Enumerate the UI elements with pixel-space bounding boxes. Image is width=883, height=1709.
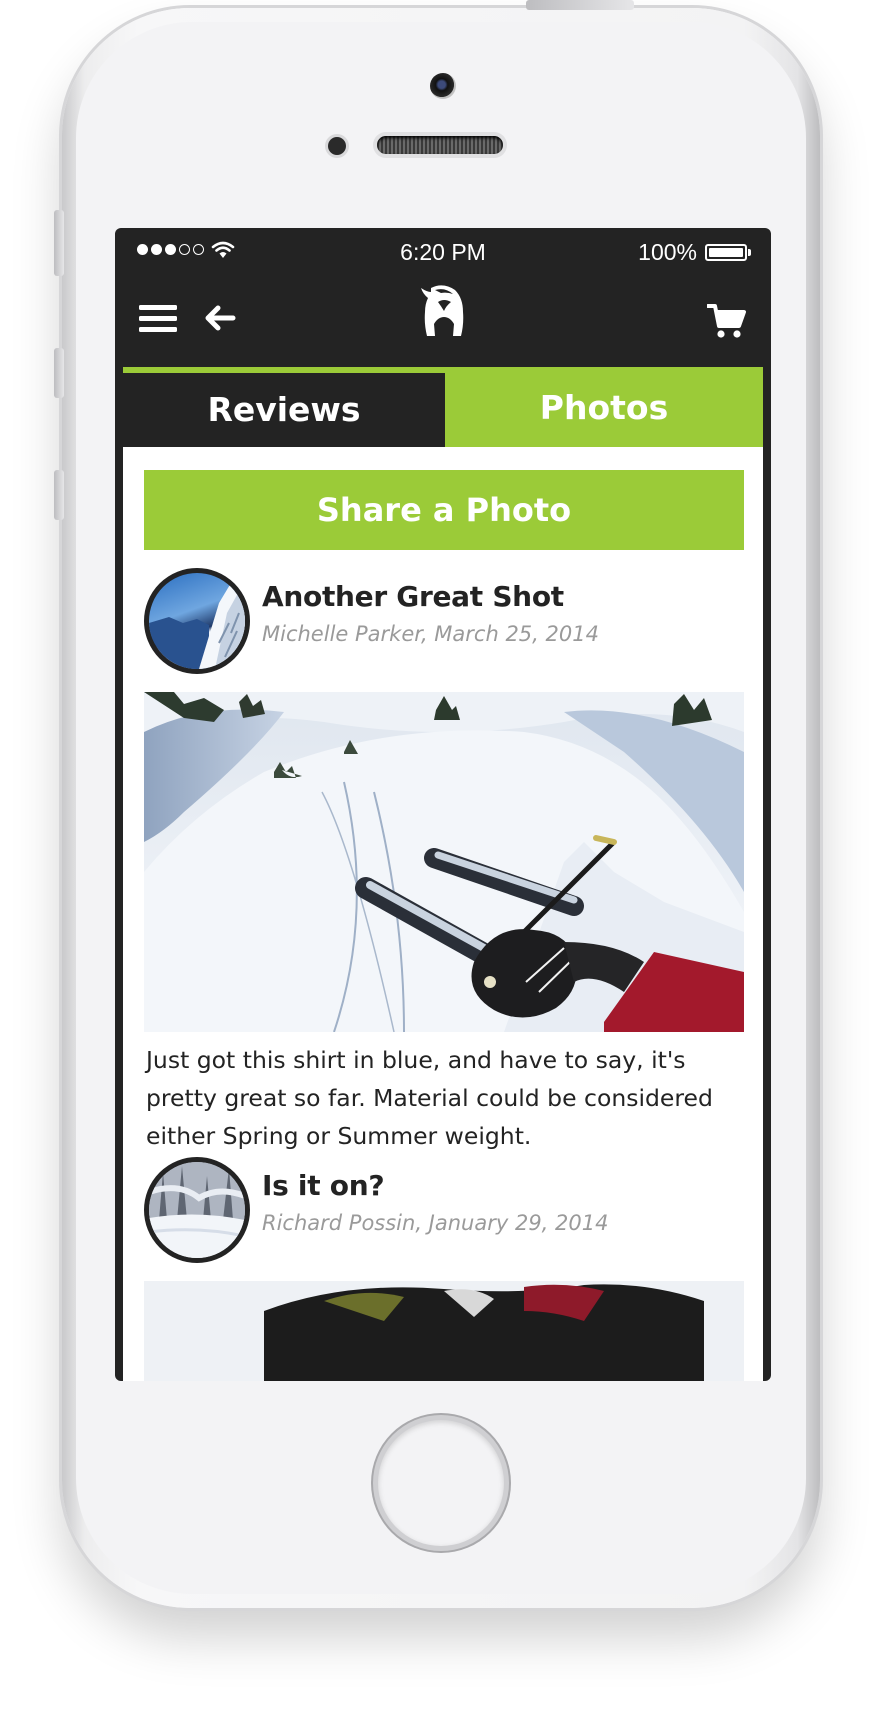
avatar[interactable]: [144, 1157, 250, 1263]
shopping-cart-icon[interactable]: [707, 302, 747, 340]
mute-switch: [54, 210, 64, 276]
post-header: Is it on? Richard Possin, January 29, 20…: [144, 1157, 744, 1263]
post-photo[interactable]: [144, 1281, 744, 1381]
tab-reviews[interactable]: Reviews: [123, 367, 445, 447]
post-byline: Richard Possin, January 29, 2014: [262, 1211, 609, 1235]
ski-photo: [144, 692, 744, 1032]
tab-bar: Reviews Photos: [123, 367, 763, 447]
post-byline: Michelle Parker, March 25, 2014: [262, 622, 599, 646]
post-photo[interactable]: [144, 692, 744, 1032]
post-title: Another Great Shot: [262, 580, 564, 613]
snowmobile-photo: [144, 1281, 744, 1381]
battery-tip: [748, 249, 751, 256]
status-bar: 6:20 PM 100%: [115, 228, 771, 268]
post-title: Is it on?: [262, 1169, 385, 1202]
app-screen: 6:20 PM 100% Reviews Photos Share a Phot…: [115, 228, 771, 1381]
volume-up-button: [54, 348, 64, 398]
goat-logo[interactable]: [417, 284, 471, 344]
battery-percent: 100%: [638, 239, 697, 265]
front-camera: [430, 73, 456, 99]
post-header: Another Great Shot Michelle Parker, Marc…: [144, 568, 744, 674]
battery-fill: [709, 248, 743, 257]
avatar[interactable]: [144, 568, 250, 674]
hamburger-menu-icon[interactable]: [139, 304, 179, 334]
proximity-sensor: [328, 137, 346, 155]
power-button: [526, 0, 634, 10]
arrow-left-icon[interactable]: [201, 300, 237, 336]
earpiece-speaker: [377, 136, 503, 154]
tab-photos[interactable]: Photos: [445, 367, 763, 447]
photos-feed[interactable]: Share a Photo Another Great Shot Michell…: [123, 447, 763, 1381]
home-button[interactable]: [378, 1420, 504, 1546]
top-nav-bar: [115, 268, 771, 364]
post-body: Just got this shirt in blue, and have to…: [146, 1046, 713, 1150]
avatar-photo: [149, 1162, 245, 1258]
share-photo-button[interactable]: Share a Photo: [144, 470, 744, 550]
battery-icon: [705, 244, 751, 261]
volume-down-button: [54, 470, 64, 520]
avatar-photo: [149, 573, 245, 669]
